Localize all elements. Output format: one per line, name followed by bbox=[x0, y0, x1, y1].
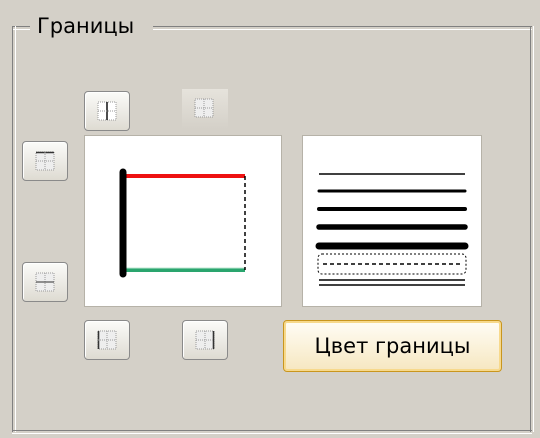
border-left-button[interactable] bbox=[84, 320, 130, 360]
border-preview-canvas bbox=[119, 168, 246, 278]
border-color-button[interactable]: Цвет границы bbox=[283, 320, 502, 372]
border-top-icon bbox=[35, 151, 55, 171]
border-inner-all-button[interactable] bbox=[182, 89, 228, 129]
groupbox-frame-bottom bbox=[12, 430, 532, 434]
border-inner-all-icon bbox=[194, 98, 214, 118]
border-inner-vertical-icon bbox=[97, 101, 117, 121]
border-inner-vertical-button[interactable] bbox=[84, 91, 130, 131]
groupbox-frame-right bbox=[530, 26, 534, 432]
group-title: Границы bbox=[34, 12, 138, 40]
border-right-button[interactable] bbox=[182, 320, 228, 360]
groupbox-frame-left bbox=[12, 26, 16, 432]
border-top-button[interactable] bbox=[22, 141, 68, 181]
border-middle-horizontal-button[interactable] bbox=[22, 262, 68, 302]
groupbox-frame-top-right bbox=[153, 26, 532, 30]
line-style-list bbox=[315, 173, 469, 286]
border-right-icon bbox=[195, 330, 215, 350]
border-preview-panel[interactable] bbox=[84, 135, 282, 307]
border-left-icon bbox=[97, 330, 117, 350]
border-inner-horizontal-icon bbox=[35, 272, 55, 292]
line-style-panel[interactable] bbox=[302, 135, 482, 307]
